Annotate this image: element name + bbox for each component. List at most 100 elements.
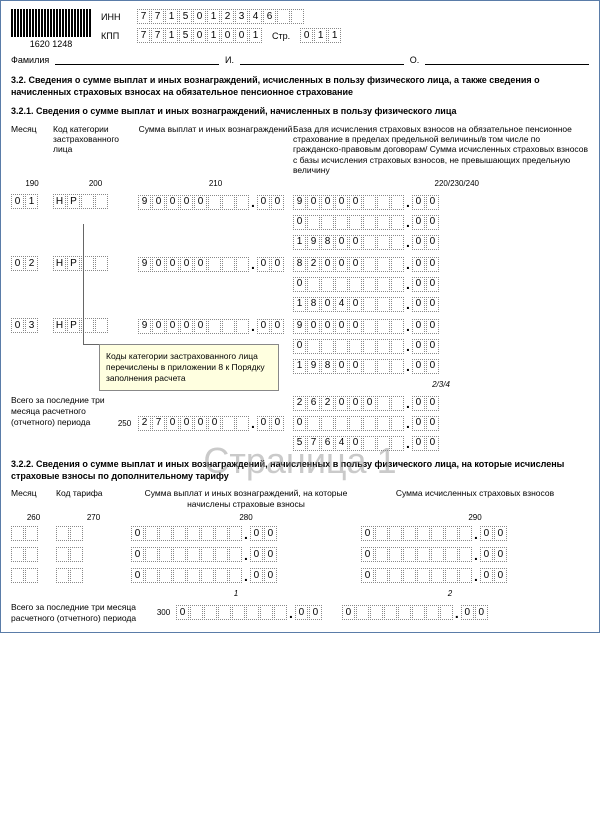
cell[interactable]: 8 (293, 257, 306, 272)
cell[interactable]: Н (53, 318, 66, 333)
cell[interactable] (391, 396, 404, 411)
amtdec322[interactable]: 00 (250, 526, 277, 541)
base-cells[interactable]: 0 (293, 339, 404, 354)
cell[interactable]: Р (67, 318, 80, 333)
cell[interactable]: 0 (208, 416, 221, 431)
cell[interactable]: 0 (257, 257, 270, 272)
cell[interactable]: 1 (25, 194, 38, 209)
cell[interactable]: 1 (165, 9, 178, 24)
cell[interactable]: 0 (271, 257, 284, 272)
cell[interactable] (375, 526, 388, 541)
cell[interactable] (377, 319, 390, 334)
cell[interactable]: 8 (307, 297, 320, 312)
cell[interactable] (208, 257, 221, 272)
cell[interactable]: 0 (480, 526, 493, 541)
cell[interactable]: 0 (426, 195, 439, 210)
cell[interactable] (246, 605, 259, 620)
cell[interactable] (375, 568, 388, 583)
cell[interactable]: 0 (264, 547, 277, 562)
cell[interactable] (335, 215, 348, 230)
tbase-cells[interactable]: 57640 (293, 436, 404, 451)
mes322[interactable] (11, 547, 56, 562)
amt322[interactable]: 0 (131, 547, 242, 562)
cell[interactable]: 0 (349, 257, 362, 272)
amt-cells[interactable]: 90000 (138, 257, 249, 272)
code-cells[interactable]: НР (53, 318, 138, 333)
cell[interactable] (398, 605, 411, 620)
cell[interactable] (307, 339, 320, 354)
cell[interactable] (159, 526, 172, 541)
cell[interactable] (201, 568, 214, 583)
total-amt-cells[interactable]: 270000 (138, 416, 249, 431)
cell[interactable]: 0 (321, 257, 334, 272)
cell[interactable]: 0 (494, 568, 507, 583)
cell[interactable] (187, 547, 200, 562)
cell[interactable]: 0 (221, 28, 234, 43)
cell[interactable] (95, 194, 108, 209)
cell[interactable] (145, 568, 158, 583)
cell[interactable] (356, 605, 369, 620)
cell[interactable]: 8 (321, 359, 334, 374)
cell[interactable] (445, 547, 458, 562)
cell[interactable] (375, 547, 388, 562)
cell[interactable] (335, 277, 348, 292)
amt-dec[interactable]: 00 (257, 257, 284, 272)
cell[interactable]: 0 (152, 257, 165, 272)
base-cells[interactable]: 19800 (293, 235, 404, 250)
code-cells[interactable]: НР (53, 256, 138, 271)
cell[interactable] (81, 194, 94, 209)
cell[interactable] (391, 215, 404, 230)
cell[interactable]: 0 (250, 547, 263, 562)
cell[interactable]: 9 (293, 319, 306, 334)
base-cells[interactable]: 0 (293, 277, 404, 292)
cell[interactable]: 0 (166, 416, 179, 431)
base-cells[interactable]: 90000 (293, 195, 404, 210)
amt322[interactable]: 0 (131, 568, 242, 583)
tbase-cells[interactable]: 0 (293, 416, 404, 431)
cell[interactable] (173, 547, 186, 562)
cell[interactable]: 0 (426, 396, 439, 411)
cell[interactable]: 0 (166, 257, 179, 272)
cell[interactable] (25, 547, 38, 562)
cell[interactable] (70, 568, 83, 583)
cell[interactable]: 0 (426, 297, 439, 312)
cell[interactable]: 2 (307, 257, 320, 272)
cell[interactable]: 7 (137, 28, 150, 43)
cell[interactable]: Р (67, 256, 80, 271)
cell[interactable]: 5 (179, 28, 192, 43)
cell[interactable]: 0 (363, 396, 376, 411)
cell[interactable]: 0 (166, 319, 179, 334)
cell[interactable] (56, 568, 69, 583)
cell[interactable] (391, 416, 404, 431)
cell[interactable]: 0 (349, 396, 362, 411)
cell[interactable] (208, 319, 221, 334)
code322[interactable] (56, 547, 131, 562)
cell[interactable]: 0 (426, 436, 439, 451)
cell[interactable] (445, 568, 458, 583)
cell[interactable] (25, 526, 38, 541)
cell[interactable] (391, 339, 404, 354)
cell[interactable]: 0 (412, 396, 425, 411)
cell[interactable]: 0 (131, 526, 144, 541)
cell[interactable] (236, 319, 249, 334)
cell[interactable]: 0 (235, 28, 248, 43)
base-cells[interactable]: 90000 (293, 319, 404, 334)
cell[interactable] (363, 359, 376, 374)
cell[interactable] (391, 257, 404, 272)
cell[interactable]: 0 (412, 235, 425, 250)
cell[interactable] (363, 195, 376, 210)
cell[interactable] (321, 416, 334, 431)
cell[interactable]: 0 (11, 318, 24, 333)
cell[interactable]: 7 (151, 28, 164, 43)
cell[interactable]: 3 (25, 318, 38, 333)
cell[interactable]: 0 (131, 547, 144, 562)
cell[interactable] (307, 277, 320, 292)
cell[interactable]: 0 (300, 28, 313, 43)
cell[interactable] (440, 605, 453, 620)
cell[interactable]: 0 (335, 319, 348, 334)
cell[interactable]: 5 (179, 9, 192, 24)
cell[interactable] (377, 436, 390, 451)
cell[interactable] (215, 568, 228, 583)
mes322[interactable] (11, 526, 56, 541)
cell[interactable]: 9 (307, 359, 320, 374)
